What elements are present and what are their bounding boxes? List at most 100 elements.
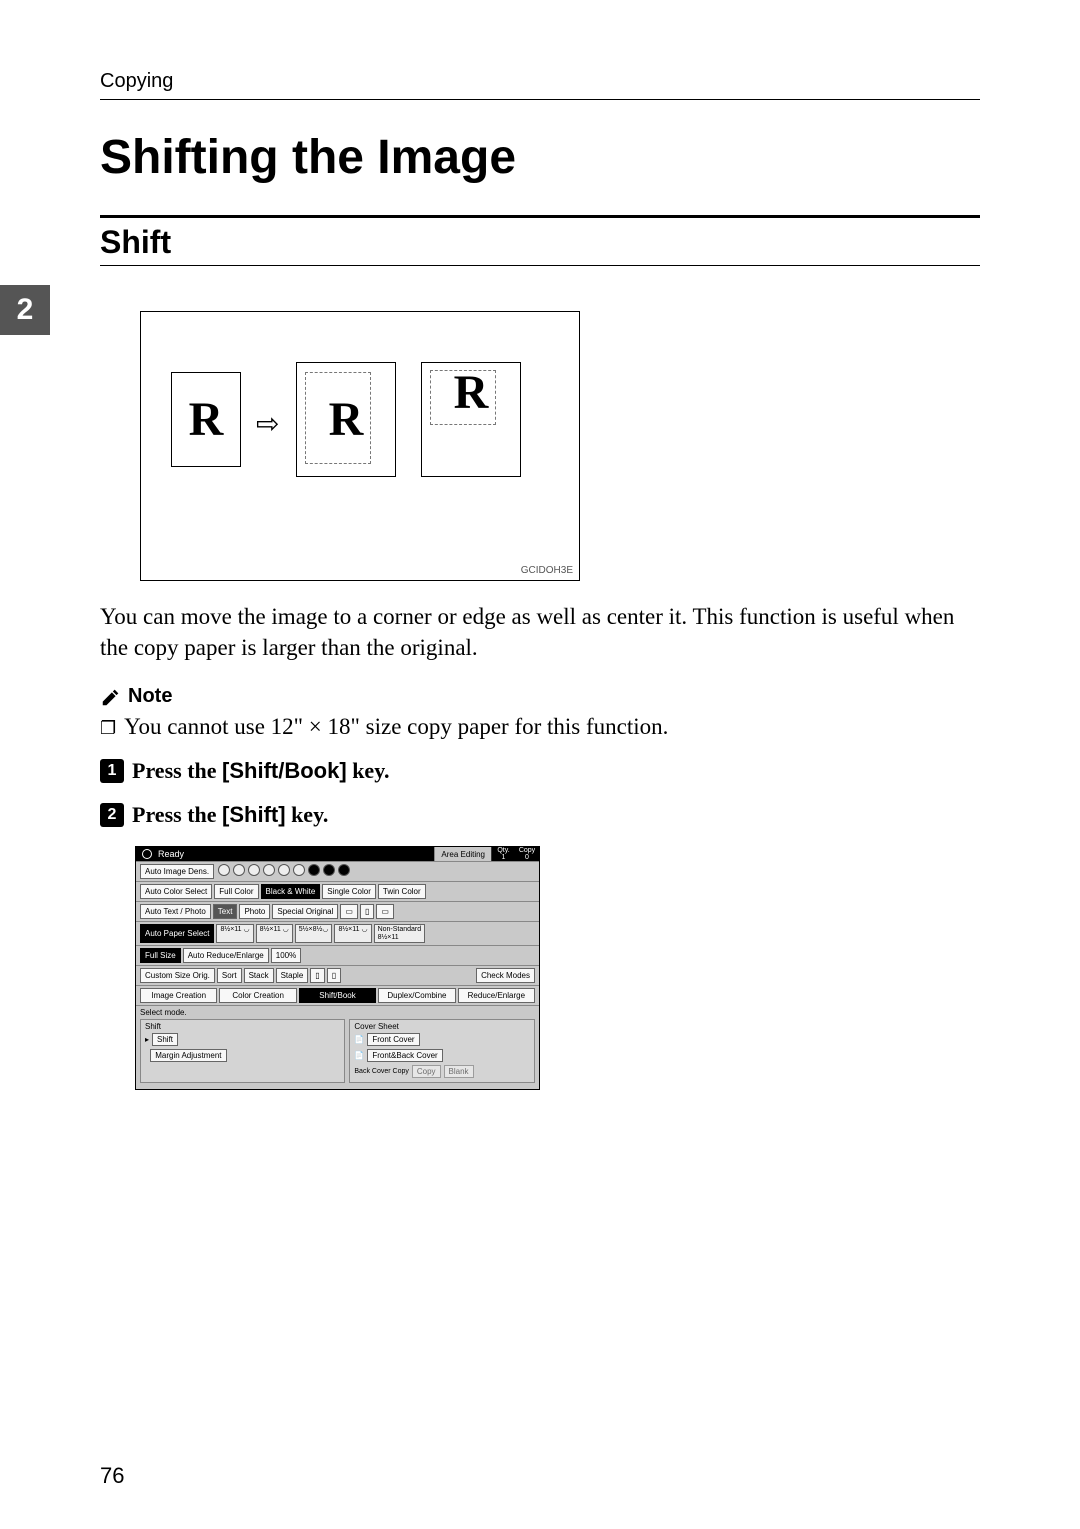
copy-display: Copy 0 — [515, 847, 539, 861]
ratio-display: 100% — [271, 948, 301, 963]
tray-5-button[interactable]: Non-Standard 8½×11 — [374, 924, 426, 943]
back-cover-copy-button[interactable]: Copy — [412, 1065, 441, 1078]
note-text: You cannot use 12" × 18" size copy paper… — [124, 714, 668, 740]
margin-adjustment-button[interactable]: Margin Adjustment — [150, 1049, 226, 1062]
copy-value: 0 — [525, 854, 529, 861]
black-white-button[interactable]: Black & White — [261, 884, 321, 899]
diagram-original: R — [171, 372, 241, 467]
staple-button[interactable]: Staple — [276, 968, 309, 983]
auto-reduce-enlarge-button[interactable]: Auto Reduce/Enlarge — [183, 948, 269, 963]
auto-paper-select-button[interactable]: Auto Paper Select — [140, 924, 214, 943]
mode-tabs-row: Image Creation Color Creation Shift/Book… — [136, 986, 539, 1006]
chapter-tab: 2 — [0, 285, 50, 335]
full-color-button[interactable]: Full Color — [214, 884, 258, 899]
step-2-pre: Press the — [132, 802, 222, 827]
step-2-post: key. — [286, 802, 329, 827]
step-1-post: key. — [347, 758, 390, 783]
note-bullet: ❐ — [100, 718, 116, 740]
density-scale[interactable] — [218, 864, 350, 879]
tray-2-button[interactable]: 8½×11 ◡ — [256, 924, 293, 943]
back-cover-copy-label: Back Cover Copy — [354, 1068, 408, 1075]
auto-image-density-button[interactable]: Auto Image Dens. — [140, 864, 214, 879]
photo-button[interactable]: Photo — [239, 904, 270, 919]
tab-shift-book[interactable]: Shift/Book — [299, 988, 376, 1003]
orientation-1-button[interactable]: ▭ — [340, 904, 358, 919]
shift-indicator-icon: ▸ — [145, 1035, 149, 1044]
size-row: Full Size Auto Reduce/Enlarge 100% — [136, 946, 539, 966]
full-size-button[interactable]: Full Size — [140, 948, 181, 963]
step-1-key: [Shift/Book] — [222, 758, 347, 783]
tab-color-creation[interactable]: Color Creation — [219, 988, 296, 1003]
tab-reduce-enlarge[interactable]: Reduce/Enlarge — [458, 988, 535, 1003]
body-paragraph: You can move the image to a corner or ed… — [100, 601, 980, 663]
step-1-number: 1 — [100, 759, 124, 783]
note-heading: Note — [100, 685, 980, 708]
color-mode-row: Auto Color Select Full Color Black & Whi… — [136, 882, 539, 902]
page-number: 76 — [100, 1463, 124, 1489]
qty-value: 1 — [502, 854, 506, 861]
single-color-button[interactable]: Single Color — [322, 884, 376, 899]
status-text: Ready — [158, 849, 184, 859]
tab-duplex-combine[interactable]: Duplex/Combine — [378, 988, 455, 1003]
orientation-2-button[interactable]: ▯ — [360, 904, 374, 919]
step-2-key: [Shift] — [222, 802, 286, 827]
margin-indicator-icon — [145, 1051, 147, 1060]
copier-panel: Ready Area Editing Qty. 1 Copy 0 Auto Im… — [135, 846, 540, 1090]
text-button[interactable]: Text — [213, 904, 238, 919]
lower-section: Select mode. Shift ▸ Shift Margin Adjust… — [136, 1006, 539, 1089]
pencil-icon — [100, 686, 122, 708]
shift-diagram: R ⇨ R R GCIDOH3E — [140, 311, 580, 581]
tray-5-label: Non-Standard — [378, 926, 422, 933]
area-editing-button[interactable]: Area Editing — [434, 847, 491, 861]
step-2: 2 Press the [Shift] key. — [100, 802, 980, 828]
qty-display: Qty. 1 — [491, 847, 515, 861]
tray-5-size: 8½×11 — [378, 934, 399, 941]
step-1: 1 Press the [Shift/Book] key. — [100, 758, 980, 784]
original-type-row: Auto Text / Photo Text Photo Special Ori… — [136, 902, 539, 922]
front-cover-button[interactable]: Front Cover — [367, 1033, 419, 1046]
step-1-pre: Press the — [132, 758, 222, 783]
shift-group-title: Shift — [145, 1022, 340, 1031]
auto-color-select-button[interactable]: Auto Color Select — [140, 884, 212, 899]
auto-text-photo-button[interactable]: Auto Text / Photo — [140, 904, 211, 919]
select-mode-label: Select mode. — [140, 1008, 535, 1017]
qty-label: Qty. — [497, 847, 509, 854]
front-back-cover-icon: 📄 — [354, 1051, 364, 1060]
front-cover-icon: 📄 — [354, 1035, 364, 1044]
note-item: ❐ You cannot use 12" × 18" size copy pap… — [100, 714, 980, 740]
status-bar: Ready — [136, 847, 434, 861]
shift-button[interactable]: Shift — [152, 1033, 178, 1046]
tray-3-button[interactable]: 5½×8½◡ — [295, 924, 333, 943]
special-original-button[interactable]: Special Original — [272, 904, 338, 919]
tray-4-button[interactable]: 8½×11 ◡ — [334, 924, 371, 943]
stack-button[interactable]: Stack — [244, 968, 274, 983]
cover-sheet-title: Cover Sheet — [354, 1022, 530, 1031]
orientation-3-button[interactable]: ▭ — [376, 904, 394, 919]
note-label: Note — [128, 685, 172, 708]
diagram-code: GCIDOH3E — [521, 565, 573, 576]
status-icon — [142, 849, 152, 859]
section-title: Shift — [100, 224, 980, 261]
front-back-cover-button[interactable]: Front&Back Cover — [367, 1049, 442, 1062]
sort-button[interactable]: Sort — [217, 968, 242, 983]
rule-thin — [100, 265, 980, 266]
diagram-corner-glyph: R — [421, 352, 521, 432]
cover-sheet-group: Cover Sheet 📄 Front Cover 📄 Front&Back C… — [349, 1019, 535, 1083]
page-title: Shifting the Image — [100, 130, 980, 185]
custom-size-orig-button[interactable]: Custom Size Orig. — [140, 968, 215, 983]
back-cover-blank-button[interactable]: Blank — [444, 1065, 474, 1078]
panel-status-row: Ready Area Editing Qty. 1 Copy 0 — [136, 847, 539, 862]
tray-1-button[interactable]: 8½×11 ◡ — [216, 924, 253, 943]
paper-select-row: Auto Paper Select 8½×11 ◡ 8½×11 ◡ 5½×8½◡… — [136, 922, 539, 946]
step-2-number: 2 — [100, 803, 124, 827]
arrow-right-icon: ⇨ — [256, 407, 279, 441]
staple-opt-1[interactable]: ▯ — [310, 968, 324, 983]
diagram-centered-glyph: R — [296, 362, 396, 477]
density-row: Auto Image Dens. — [136, 862, 539, 882]
tab-image-creation[interactable]: Image Creation — [140, 988, 217, 1003]
staple-opt-2[interactable]: ▯ — [327, 968, 341, 983]
check-modes-button[interactable]: Check Modes — [476, 968, 535, 983]
copy-label: Copy — [519, 847, 535, 854]
twin-color-button[interactable]: Twin Color — [378, 884, 426, 899]
running-header: Copying — [100, 70, 980, 100]
